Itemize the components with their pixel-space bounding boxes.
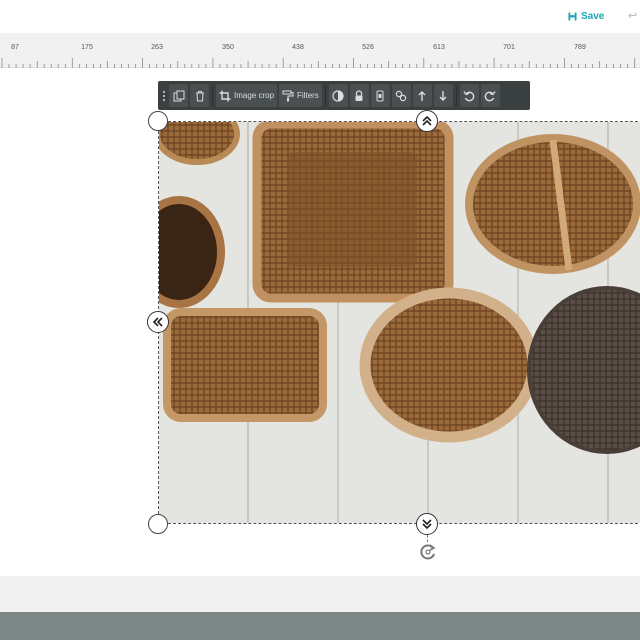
save-button[interactable]: Save (568, 9, 604, 23)
link-icon (396, 90, 407, 101)
ruler-label: 350 (222, 44, 234, 51)
rotate-stem (427, 535, 428, 542)
double-chevron-left-icon (152, 317, 163, 327)
rotate-icon (420, 544, 436, 560)
footer-bar (0, 612, 640, 640)
trash-icon (195, 90, 204, 101)
ruler-label: 789 (574, 44, 586, 51)
stretch-handle-left[interactable] (147, 311, 169, 333)
top-header: Save ↩ (0, 0, 640, 33)
layer-button[interactable] (370, 84, 390, 107)
resize-handle-bottom-left[interactable] (148, 514, 168, 534)
save-label: Save (581, 10, 605, 22)
filters-button[interactable]: Filters (279, 84, 322, 107)
horizontal-ruler: 87 175 263 350 438 526 613 701 789 (0, 33, 640, 68)
rotate-right-icon (485, 90, 496, 101)
image-crop-label: Image crop (234, 91, 275, 100)
delete-button[interactable] (190, 84, 209, 107)
stretch-handle-top[interactable] (416, 110, 438, 132)
double-chevron-up-icon (422, 115, 432, 126)
canvas-bottom-strip (0, 576, 640, 612)
toolbar-divider (212, 85, 213, 106)
ruler-label: 87 (11, 44, 19, 51)
floppy-disk-icon (568, 11, 577, 21)
duplicate-icon (173, 90, 184, 101)
double-chevron-down-icon (422, 519, 432, 530)
ruler-label: 526 (362, 44, 374, 51)
bring-forward-button[interactable] (412, 84, 432, 107)
rotate-right-button[interactable] (480, 84, 500, 107)
lock-icon (355, 89, 363, 101)
link-button[interactable] (391, 84, 411, 107)
resize-handle-top-left[interactable] (148, 111, 168, 131)
rotate-left-button[interactable] (459, 84, 479, 107)
selection-frame (158, 121, 640, 524)
paint-roller-icon (282, 90, 294, 101)
ruler-label: 613 (433, 44, 445, 51)
send-backward-icon (439, 90, 447, 101)
duplicate-button[interactable] (169, 84, 188, 107)
bring-forward-icon (418, 90, 426, 101)
lock-button[interactable] (349, 84, 369, 107)
stretch-handle-bottom[interactable] (416, 513, 438, 535)
ruler-label: 701 (503, 44, 515, 51)
layer-icon (376, 90, 384, 101)
ruler-label: 175 (81, 44, 93, 51)
send-backward-button[interactable] (433, 84, 453, 107)
rotate-handle[interactable] (418, 542, 438, 562)
contrast-button[interactable] (328, 84, 348, 107)
filters-label: Filters (297, 91, 319, 100)
crop-icon (219, 90, 231, 101)
undo-arrow-icon[interactable]: ↩ (628, 10, 640, 22)
drag-handle-icon[interactable] (160, 90, 168, 101)
toolbar-divider (455, 85, 457, 106)
rotate-left-icon (463, 90, 475, 101)
contrast-icon (332, 89, 344, 102)
ruler-label: 438 (292, 44, 304, 51)
image-toolbar: Image crop Filters (158, 81, 530, 110)
image-crop-button[interactable]: Image crop (216, 84, 278, 107)
ruler-ticks (1, 58, 636, 68)
toolbar-divider (324, 85, 326, 106)
ruler-label: 263 (151, 44, 163, 51)
